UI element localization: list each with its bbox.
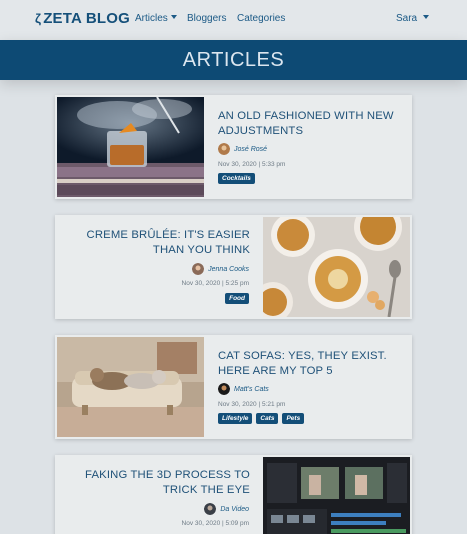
article-title[interactable]: AN OLD FASHIONED WITH NEW ADJUSTMENTS <box>218 109 398 139</box>
article-date: Nov 30, 2020 | 5:09 pm <box>181 520 249 527</box>
top-navbar: ζ ZETA BLOG Articles Bloggers Categories … <box>0 0 467 40</box>
author-avatar <box>204 503 217 515</box>
brand-name: ZETA BLOG <box>43 10 130 27</box>
brand-logo[interactable]: ζ ZETA BLOG <box>35 10 130 27</box>
user-menu-dropdown[interactable]: Sara <box>396 13 430 24</box>
nav-categories-link[interactable]: Categories <box>237 13 285 24</box>
tag-badge[interactable]: Food <box>225 293 249 304</box>
nav-articles-label: Articles <box>135 13 168 24</box>
article-card[interactable]: AN OLD FASHIONED WITH NEW ADJUSTMENTS Jo… <box>55 95 412 199</box>
nav-articles-dropdown[interactable]: Articles <box>135 13 177 24</box>
author-name: Da Video <box>220 505 249 513</box>
chevron-down-icon <box>423 15 430 19</box>
video-editor-photo <box>263 457 410 534</box>
article-title[interactable]: FAKING THE 3D PROCESS TO TRICK THE EYE <box>65 468 250 498</box>
tag-badge[interactable]: Cats <box>256 413 279 424</box>
nav-bloggers-link[interactable]: Bloggers <box>187 13 226 24</box>
tag-badge[interactable]: Pets <box>282 413 305 424</box>
cat-sofa-photo <box>57 337 204 437</box>
article-card[interactable]: CAT SOFAS: YES, THEY EXIST. HERE ARE MY … <box>55 335 412 439</box>
article-author[interactable]: Jenna Cooks <box>192 262 249 276</box>
tag-list: Food <box>225 293 249 304</box>
article-author[interactable]: Da Video <box>204 502 249 516</box>
page-banner: ARTICLES <box>0 40 467 80</box>
article-card[interactable]: CREME BRÛLÉE: IT'S EASIER THAN YOU THINK… <box>55 215 412 319</box>
author-name: José Rosé <box>234 145 268 153</box>
article-card[interactable]: FAKING THE 3D PROCESS TO TRICK THE EYE D… <box>55 455 412 534</box>
author-avatar <box>218 143 230 155</box>
page-title: ARTICLES <box>182 49 285 71</box>
tag-list: Cocktails <box>218 173 255 184</box>
tag-badge[interactable]: Lifestyle <box>218 413 253 424</box>
creme-brulee-photo <box>263 217 410 317</box>
chevron-down-icon <box>170 15 177 19</box>
article-date: Nov 30, 2020 | 5:21 pm <box>218 401 286 408</box>
zeta-icon: ζ <box>35 11 42 26</box>
cocktail-photo <box>57 97 204 197</box>
article-title[interactable]: CAT SOFAS: YES, THEY EXIST. HERE ARE MY … <box>218 349 398 379</box>
author-name: Matt's Cats <box>234 385 269 393</box>
tag-list: Lifestyle Cats Pets <box>218 413 305 424</box>
user-name: Sara <box>396 13 418 24</box>
article-date: Nov 30, 2020 | 5:25 pm <box>181 280 249 287</box>
tag-badge[interactable]: Cocktails <box>218 173 255 184</box>
author-avatar <box>218 383 230 395</box>
article-author[interactable]: José Rosé <box>218 142 267 156</box>
article-date: Nov 30, 2020 | 5:33 pm <box>218 161 286 168</box>
author-avatar <box>192 263 205 275</box>
article-author[interactable]: Matt's Cats <box>218 382 269 396</box>
author-name: Jenna Cooks <box>208 265 249 273</box>
article-title[interactable]: CREME BRÛLÉE: IT'S EASIER THAN YOU THINK <box>65 228 250 258</box>
